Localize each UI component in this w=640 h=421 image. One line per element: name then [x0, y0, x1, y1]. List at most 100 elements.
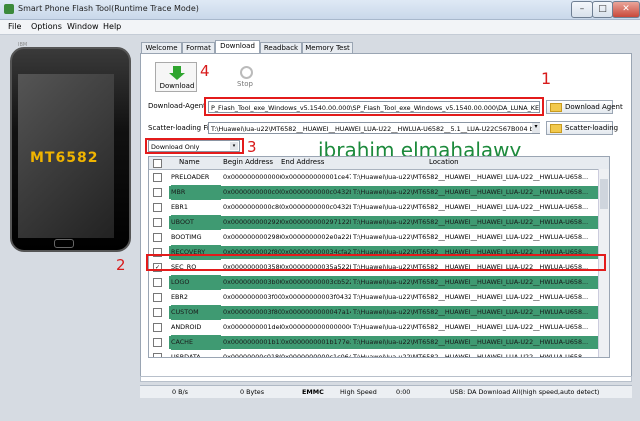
- title-bar: Smart Phone Flash Tool(Runtime Trace Mod…: [0, 0, 640, 20]
- annotation-4: 4: [200, 62, 210, 80]
- menu-bar: File Options Window Help: [0, 20, 640, 35]
- cell-name: ANDROID: [171, 323, 202, 331]
- col-location: Location: [429, 158, 459, 166]
- download-agent-label: Download-Agent: [148, 102, 206, 110]
- cell-location: T:\Huawei\lua-u22\MT6582__HUAWEI__HUAWEI…: [353, 293, 589, 301]
- cell-end: 0x000000000297122b: [281, 218, 351, 226]
- status-time: 0:00: [396, 388, 411, 396]
- status-bytes: 0 Bytes: [240, 388, 265, 396]
- cell-location: T:\Huawei\lua-u22\MT6582__HUAWEI__HUAWEI…: [353, 203, 589, 211]
- cell-location: T:\Huawei\lua-u22\MT6582__HUAWEI__HUAWEI…: [353, 173, 589, 181]
- cell-name: LOGO: [171, 275, 221, 290]
- tab-welcome[interactable]: Welcome: [141, 42, 182, 53]
- cell-end: 0x0000000002e0a22b: [281, 233, 351, 241]
- cell-end: 0x0000000000047a145f: [281, 308, 351, 316]
- scatter-loading-field[interactable]: T:\Huawei\lua-u22\MT6582__HUAWEI__HUAWEI…: [208, 122, 540, 134]
- row-checkbox[interactable]: [153, 233, 162, 242]
- row-checkbox[interactable]: [153, 173, 162, 182]
- menu-file[interactable]: File: [8, 22, 21, 31]
- cell-end: 0x0000000001b177e34b: [281, 338, 351, 346]
- cell-begin: 0x0000000002920000: [223, 218, 281, 226]
- row-checkbox[interactable]: [153, 293, 162, 302]
- progress-bar: [140, 376, 632, 382]
- folder-icon: [550, 123, 562, 133]
- status-speed: High Speed: [340, 388, 377, 396]
- row-checkbox[interactable]: [153, 308, 162, 317]
- tab-download[interactable]: Download: [215, 40, 260, 54]
- cell-end: 0x0000000000c1c064cb: [281, 353, 351, 358]
- cell-end: 0x000000000001ce47: [281, 173, 351, 181]
- row-checkbox[interactable]: [153, 323, 162, 332]
- row-checkbox[interactable]: [153, 218, 162, 227]
- cell-name: EBR1: [171, 203, 188, 211]
- row-checkbox[interactable]: [153, 338, 162, 347]
- scroll-thumb[interactable]: [600, 179, 608, 209]
- cell-begin: 0x0000000002980000: [223, 233, 281, 241]
- tab-readback[interactable]: Readback: [260, 42, 302, 53]
- table-row[interactable]: EBR2 0x0000000003f000000x00000000003f0432…: [149, 290, 599, 305]
- row-checkbox[interactable]: [153, 353, 162, 357]
- download-agent-field[interactable]: P_Flash_Tool_exe_Windows_v5.1540.00.000\…: [208, 101, 540, 113]
- cell-begin: 0x0000000001b1180000: [223, 338, 281, 346]
- cell-name: CUSTOM: [171, 305, 221, 320]
- cell-name: EBR2: [171, 293, 188, 301]
- table-row[interactable]: BOOTIMG 0x00000000029800000x0000000002e0a…: [149, 230, 599, 245]
- cell-end: 0x0000000000c0432b: [281, 188, 351, 196]
- annotation-2: 2: [116, 256, 126, 274]
- cell-begin: 0x0000000001de80000: [223, 323, 281, 331]
- cell-end: 0x00000000003f0432b: [281, 293, 351, 301]
- menu-options[interactable]: Options: [31, 22, 62, 31]
- table-row[interactable]: CUSTOM0x0000000003f800000x0000000000047a…: [149, 305, 599, 320]
- scatter-loading-button[interactable]: Scatter-loading: [546, 121, 618, 135]
- table-row[interactable]: UBOOT0x00000000029200000x000000000297122…: [149, 215, 599, 230]
- table-row[interactable]: EBR1 0x0000000000c800000x0000000000c0432b…: [149, 200, 599, 215]
- cell-location: T:\Huawei\lua-u22\MT6582__HUAWEI__HUAWEI…: [353, 338, 589, 346]
- scatter-dropdown-arrow-icon[interactable]: ▾: [532, 123, 540, 133]
- menu-help[interactable]: Help: [103, 22, 121, 31]
- cell-location: T:\Huawei\lua-u22\MT6582__HUAWEI__HUAWEI…: [353, 278, 589, 286]
- chevron-down-icon: ▾: [230, 142, 238, 150]
- annotation-1: 1: [541, 69, 552, 88]
- cell-name: UBOOT: [171, 215, 221, 230]
- cell-name: USRDATA: [171, 353, 201, 358]
- phone-brand: IBM: [18, 42, 28, 48]
- table-row[interactable]: ANDROID 0x0000000001de800000x000000000000…: [149, 320, 599, 335]
- download-button[interactable]: Download: [155, 62, 197, 92]
- table-row[interactable]: MBR0x0000000000c000000x0000000000c0432bT…: [149, 185, 599, 200]
- row-checkbox[interactable]: [153, 203, 162, 212]
- stop-icon[interactable]: [240, 66, 253, 79]
- minimize-button[interactable]: –: [571, 1, 593, 18]
- table-row[interactable]: LOGO0x0000000003b000000x00000000003cb522…: [149, 275, 599, 290]
- table-row[interactable]: USRDATA 0x00000000c01800000x0000000000c1c…: [149, 350, 599, 358]
- cell-begin: 0x0000000000c80000: [223, 203, 281, 211]
- status-storage: EMMC: [302, 388, 324, 396]
- cell-location: T:\Huawei\lua-u22\MT6582__HUAWEI__HUAWEI…: [353, 233, 589, 241]
- table-row[interactable]: PRELOADER 0x00000000000000000x00000000000…: [149, 170, 599, 185]
- download-mode-select[interactable]: Download Only ▾: [148, 140, 240, 152]
- phone-chip-label: MT6582: [30, 150, 99, 166]
- cell-location: T:\Huawei\lua-u22\MT6582__HUAWEI__HUAWEI…: [353, 323, 589, 331]
- tab-memory-test[interactable]: Memory Test: [302, 42, 353, 53]
- cell-end: 0x0000000000c0432b: [281, 203, 351, 211]
- tab-format[interactable]: Format: [182, 42, 215, 53]
- maximize-button[interactable]: □: [592, 1, 613, 18]
- cell-location: T:\Huawei\lua-u22\MT6582__HUAWEI__HUAWEI…: [353, 218, 589, 226]
- status-rate: 0 B/s: [172, 388, 188, 396]
- select-all-checkbox[interactable]: [153, 159, 162, 168]
- table-row[interactable]: CACHE0x0000000001b11800000x0000000001b17…: [149, 335, 599, 350]
- row-checkbox[interactable]: [153, 278, 162, 287]
- download-agent-button[interactable]: Download Agent: [546, 100, 623, 114]
- stop-button-label: Stop: [237, 80, 253, 88]
- cell-location: T:\Huawei\lua-u22\MT6582__HUAWEI__HUAWEI…: [353, 353, 589, 358]
- scatter-loading-label: Scatter-loading File: [148, 124, 216, 132]
- download-arrow-icon: [169, 66, 185, 80]
- cell-name: CACHE: [171, 335, 221, 350]
- menu-window[interactable]: Window: [67, 22, 99, 31]
- status-bar: 0 B/s 0 Bytes EMMC High Speed 0:00 USB: …: [140, 385, 632, 398]
- cell-end: 0x0000000000000000: [281, 323, 351, 331]
- cell-begin: 0x0000000003f00000: [223, 293, 281, 301]
- download-button-label: Download: [159, 82, 195, 90]
- close-button[interactable]: ✕: [612, 1, 640, 18]
- cell-begin: 0x00000000c0180000: [223, 353, 281, 358]
- row-checkbox[interactable]: [153, 188, 162, 197]
